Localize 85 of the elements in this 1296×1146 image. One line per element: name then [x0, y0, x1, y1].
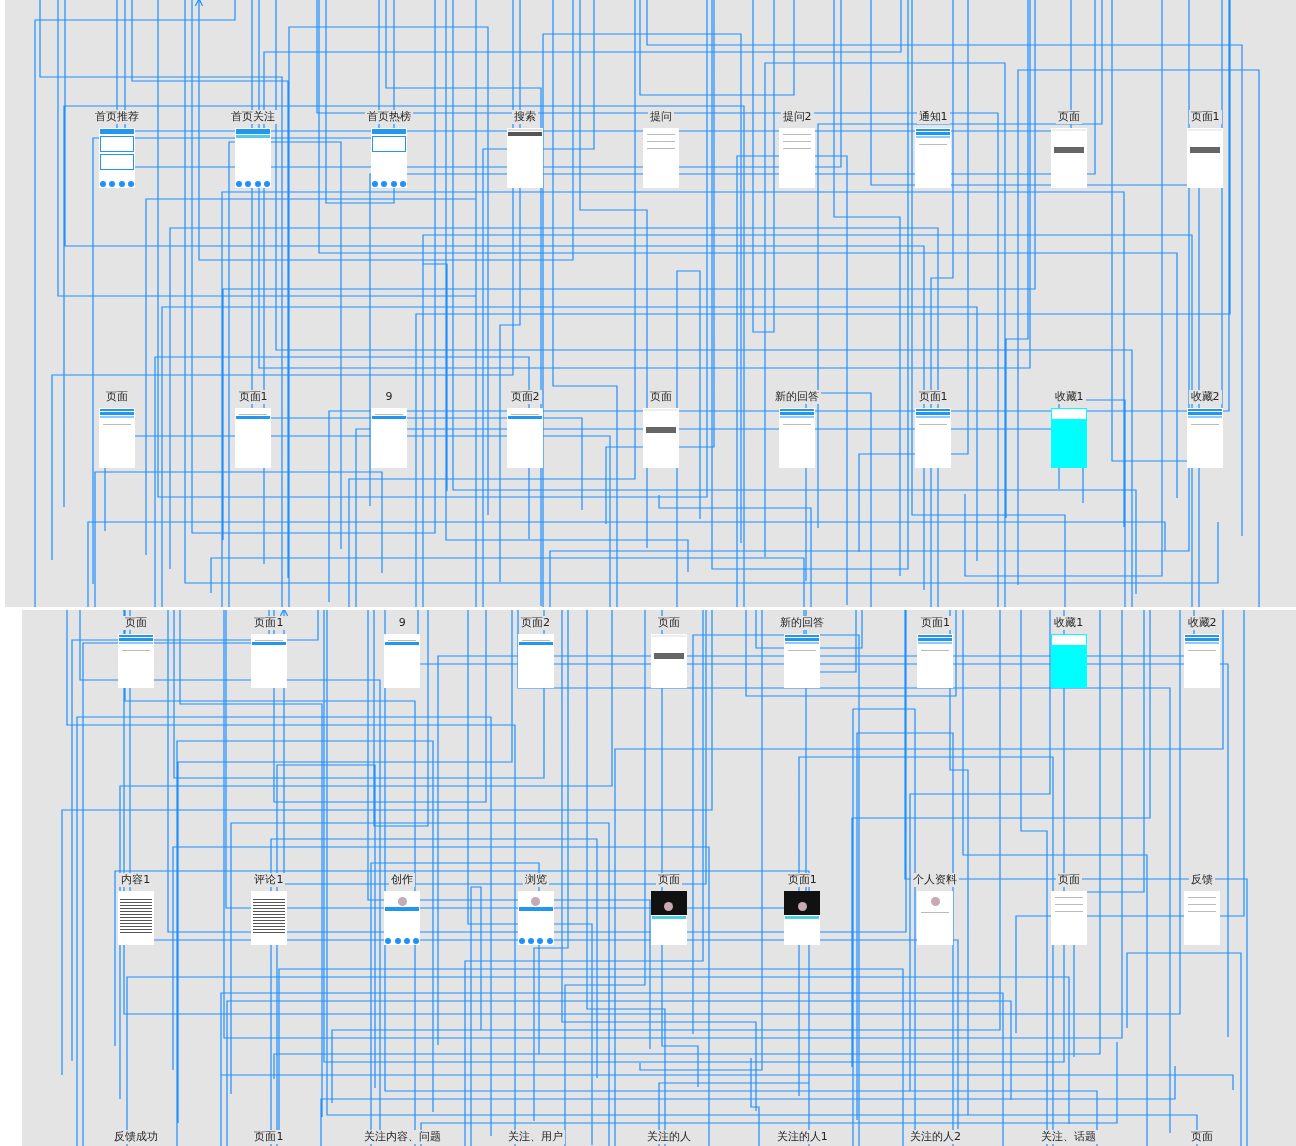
photo-placeholder [650, 891, 687, 915]
screen-title: 反馈 [1189, 873, 1215, 887]
tab-bar-icon [236, 181, 270, 187]
screen-title: 首页推荐 [93, 110, 141, 124]
screen-thumbnail[interactable] [1050, 891, 1087, 945]
screen-thumbnail[interactable] [650, 891, 687, 945]
screen-title: 页面1 [252, 616, 286, 630]
screen-thumbnail[interactable] [99, 128, 135, 188]
screen-thumbnail[interactable] [917, 634, 954, 688]
screen-thumbnail[interactable] [250, 634, 287, 688]
screen-thumbnail[interactable] [915, 408, 951, 468]
screen-title: 收藏1 [1052, 616, 1086, 630]
tab-bar-icon [372, 181, 406, 187]
screen-title: 通知1 [916, 110, 950, 124]
screen-title: 搜索 [512, 110, 538, 124]
screen-thumbnail[interactable] [917, 891, 954, 945]
screen-thumbnail[interactable] [507, 128, 543, 188]
screen-title: 关注的人 [644, 1130, 693, 1144]
screen-title: 页面 [1055, 873, 1082, 887]
screen-title: 收藏1 [1052, 390, 1086, 404]
screen-thumbnail[interactable] [517, 891, 554, 945]
screen-thumbnail[interactable] [1187, 128, 1223, 188]
screen-thumbnail[interactable] [1184, 634, 1220, 688]
screen-title: 新的回答 [778, 616, 827, 630]
screen-title: 页面 [122, 616, 149, 630]
screen-title: 关注的人1 [774, 1130, 830, 1144]
screen-title: 新的回答 [773, 390, 821, 404]
screen-thumbnail[interactable] [643, 408, 679, 468]
screen-thumbnail[interactable] [117, 891, 154, 945]
screen-title: 创作 [389, 873, 416, 887]
screen-title: 个人资料 [911, 873, 960, 887]
screen-title: 关注内容、问题 [361, 1130, 443, 1144]
screen-title: 关注、用户 [506, 1130, 566, 1144]
screen-title: 收藏2 [1188, 390, 1222, 404]
screen-title: 页面 [655, 616, 682, 630]
screen-title: 页面2 [508, 390, 542, 404]
screen-thumbnail[interactable] [517, 634, 554, 688]
screen-thumbnail[interactable] [915, 128, 951, 188]
screen-thumbnail[interactable] [650, 634, 687, 688]
screen-title: 页面1 [785, 873, 819, 887]
screen-thumbnail[interactable] [779, 408, 815, 468]
screen-title: 浏览 [522, 873, 549, 887]
screen-title: 反馈成功 [111, 1130, 160, 1144]
screen-thumbnail[interactable] [384, 891, 421, 945]
screen-title: 提问 [648, 110, 674, 124]
screen-title: 页面 [1056, 110, 1082, 124]
screen-title: 提问2 [780, 110, 814, 124]
screen-title: 页面1 [916, 390, 950, 404]
screen-title: 首页关注 [229, 110, 277, 124]
screen-title: 页面 [648, 390, 674, 404]
photo-placeholder [784, 891, 821, 915]
screen-title: 页面1 [918, 616, 952, 630]
screen-thumbnail[interactable] [507, 408, 543, 468]
screen-thumbnail[interactable] [1051, 408, 1087, 468]
screen-thumbnail[interactable] [250, 891, 287, 945]
screen-thumbnail[interactable] [99, 408, 135, 468]
tab-bar-icon [385, 938, 420, 944]
screen-thumbnail[interactable] [1050, 634, 1087, 688]
tab-bar-icon [518, 938, 553, 944]
screen-title: 关注的人2 [907, 1130, 963, 1144]
tab-bar-icon [100, 181, 134, 187]
screen-title: 页面 [655, 873, 682, 887]
screen-thumbnail[interactable] [1184, 891, 1220, 945]
screen-thumbnail[interactable] [784, 634, 821, 688]
screen-thumbnail[interactable] [784, 891, 821, 945]
screen-thumbnail[interactable] [1187, 408, 1223, 468]
screen-title: 收藏2 [1185, 616, 1219, 630]
screen-thumbnail[interactable] [117, 634, 154, 688]
screen-thumbnail[interactable] [779, 128, 815, 188]
screen-thumbnail[interactable] [643, 128, 679, 188]
screen-title: 评论1 [252, 873, 286, 887]
screen-thumbnail[interactable] [1051, 128, 1087, 188]
screen-title: 首页热榜 [365, 110, 413, 124]
screen-title: 页面1 [252, 1130, 286, 1144]
screen-title: 页面1 [236, 390, 270, 404]
screen-thumbnail[interactable] [371, 128, 407, 188]
screen-thumbnail[interactable] [235, 128, 271, 188]
screen-title: 页面 [1189, 1130, 1215, 1144]
screen-title: 内容1 [119, 873, 153, 887]
screen-title: 页面1 [1188, 110, 1222, 124]
screen-thumbnail[interactable] [235, 408, 271, 468]
screen-thumbnail[interactable] [371, 408, 407, 468]
screen-title: 关注、话题 [1039, 1130, 1099, 1144]
screen-thumbnail[interactable] [384, 634, 421, 688]
screen-title: 页面 [104, 390, 130, 404]
